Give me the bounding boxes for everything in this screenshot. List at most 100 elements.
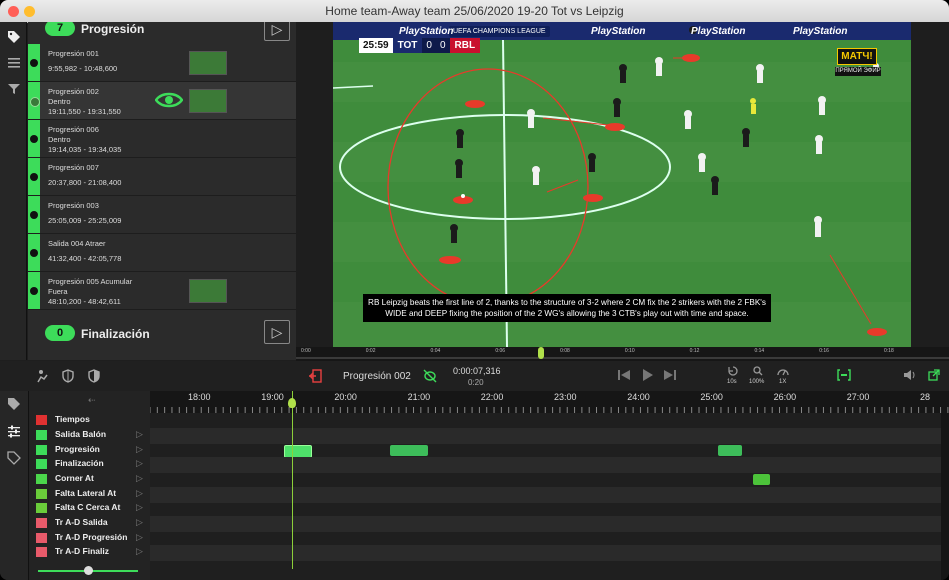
exit-clip-icon[interactable] — [308, 369, 322, 386]
event-dot — [30, 97, 40, 107]
clip-segment[interactable] — [753, 474, 770, 485]
home-score: 0 — [422, 38, 436, 53]
tag-icon[interactable] — [7, 397, 21, 411]
volume-icon[interactable] — [903, 369, 917, 384]
row-color-swatch — [36, 415, 47, 425]
clip-segment[interactable] — [718, 445, 742, 456]
event-descriptor: Dentro — [48, 135, 71, 144]
sponsor-label: PlayStation — [591, 26, 646, 37]
row-color-swatch — [36, 430, 47, 440]
list-icon[interactable] — [7, 56, 21, 70]
category-header-finalizacion[interactable]: 0 Finalización ▷ — [28, 320, 296, 348]
home-team: TOT — [392, 38, 423, 53]
play-row-icon[interactable]: ▷ — [136, 473, 143, 484]
app-window: Home team-Away team 25/06/2020 19-20 Tot… — [0, 0, 949, 580]
skip-forward-icon[interactable] — [663, 368, 677, 385]
tag-outline-icon[interactable] — [7, 451, 21, 465]
tag-icon[interactable] — [7, 30, 21, 44]
list-item[interactable]: Progresión 001 9:55,982 - 10:48,600 — [28, 44, 296, 82]
list-item[interactable]: Progresión 002 Dentro 19:11,550 - 19:31,… — [28, 82, 296, 120]
eye-icon[interactable] — [154, 91, 184, 114]
video-player[interactable]: 25:59 TOT 0 0 RBL UEFA CHAMPIONS LEAGUE … — [333, 22, 911, 347]
play-row-icon[interactable]: ▷ — [136, 546, 143, 557]
away-score: 0 — [435, 38, 450, 53]
play-category-button[interactable]: ▷ — [264, 22, 290, 41]
video-scrubber[interactable]: 0:00 0:02 0:04 0:06 0:08 0:10 0:12 0:14 0:16 0:18 — [296, 347, 949, 361]
play-row-icon[interactable]: ▷ — [136, 532, 143, 543]
category-count: 0 — [45, 325, 75, 341]
sponsor-label: PlayStation — [793, 26, 848, 37]
filter-icon[interactable] — [7, 82, 21, 96]
scrub-handle[interactable] — [537, 347, 544, 359]
play-category-button[interactable]: ▷ — [264, 320, 290, 344]
timeline-scrollbar[interactable] — [941, 413, 949, 580]
timeline-row-label[interactable]: Finalización ▷ — [30, 457, 150, 472]
clip-segment[interactable] — [390, 445, 428, 456]
timeline-track — [150, 472, 941, 488]
event-title: Progresión 002 — [48, 87, 99, 96]
shield-half-icon[interactable] — [88, 369, 100, 386]
rewind-10s-icon[interactable] — [727, 365, 739, 379]
zoom-slider-handle[interactable] — [84, 566, 93, 575]
play-row-icon[interactable]: ▷ — [136, 502, 143, 513]
list-item[interactable]: Progresión 006 Dentro 19:14,035 - 19:34,… — [28, 120, 296, 158]
play-row-icon[interactable]: ▷ — [136, 488, 143, 499]
speed-icon[interactable] — [777, 365, 789, 379]
playhead[interactable] — [292, 391, 293, 569]
scrub-track — [296, 357, 949, 359]
row-color-swatch — [36, 445, 47, 455]
timeline-row-label[interactable]: Tr A-D Finaliz ▷ — [30, 545, 150, 560]
scrub-tick-label: 0:04 — [430, 348, 441, 354]
collapse-arrow-icon[interactable]: ⇠ — [88, 395, 96, 406]
row-name: Progresión — [55, 444, 100, 454]
playhead-handle[interactable] — [288, 398, 296, 408]
sidebar-tool-column — [0, 22, 27, 360]
event-thumbnail — [189, 279, 227, 303]
playback-time: 0:00:07,316 — [453, 366, 501, 376]
external-window-icon[interactable] — [928, 369, 940, 384]
row-name: Tr A-D Progresión — [55, 532, 128, 542]
timeline-row-label[interactable]: Salida Balón ▷ — [30, 428, 150, 443]
row-name: Falta C Cerca At — [55, 502, 121, 512]
competition-label: UEFA CHAMPIONS LEAGUE — [449, 26, 550, 37]
list-item[interactable]: Progresión 007 20:37,800 - 21:08,400 — [28, 158, 296, 196]
category-header-progresion[interactable]: 7 Progresión ▷ — [28, 22, 296, 43]
row-color-swatch — [36, 547, 47, 557]
events-list: 7 Progresión ▷ Progresión 001 9:55,982 -… — [28, 22, 296, 360]
play-icon[interactable] — [641, 368, 655, 385]
row-color-swatch — [36, 474, 47, 484]
timeline-row-label[interactable]: Corner At ▷ — [30, 472, 150, 487]
timeline-track — [150, 428, 941, 444]
timeline[interactable]: 18:00 19:00 20:00 21:00 22:00 23:00 24:00 25:00… — [150, 391, 949, 580]
timeline-row-label[interactable]: Tr A-D Progresión ▷ — [30, 531, 150, 546]
sponsor-label: PlayStation — [691, 26, 746, 37]
timeline-row-label[interactable]: Progresión ▷ — [30, 443, 150, 458]
shield-icon[interactable] — [62, 369, 74, 386]
timeline-row-label[interactable]: Tr A-D Salida ▷ — [30, 516, 150, 531]
list-item[interactable]: Progresión 003 25:05,009 - 25:25,009 — [28, 196, 296, 234]
event-dot — [30, 173, 38, 181]
play-row-icon[interactable]: ▷ — [136, 458, 143, 469]
timeline-row-label[interactable]: Falta C Cerca At ▷ — [30, 501, 150, 516]
event-dot — [30, 211, 38, 219]
no-loop-icon[interactable] — [422, 369, 438, 386]
skip-back-icon[interactable] — [617, 368, 631, 385]
zoom-icon[interactable] — [752, 365, 764, 379]
video-letterbox-left — [296, 22, 333, 347]
row-name: Falta Lateral At — [55, 488, 117, 498]
sliders-icon[interactable] — [7, 424, 21, 438]
scrub-tick-label: 0:16 — [819, 348, 829, 354]
play-row-icon[interactable]: ▷ — [136, 429, 143, 440]
list-item[interactable]: Salida 004 Atraer 41:32,400 - 42:05,778 — [28, 234, 296, 272]
play-row-icon[interactable]: ▷ — [136, 444, 143, 455]
play-row-icon[interactable]: ▷ — [136, 517, 143, 528]
list-item[interactable]: Progresión 005 Acumular Fuera 48:10,200 … — [28, 272, 296, 310]
event-time: 19:14,035 - 19:34,035 — [48, 145, 122, 154]
player-icon[interactable] — [36, 369, 50, 386]
timeline-row-label[interactable]: Tiempos — [30, 413, 150, 428]
event-title: Progresión 006 — [48, 125, 99, 134]
fit-range-icon[interactable] — [836, 368, 852, 385]
timeline-row-label[interactable]: Falta Lateral At ▷ — [30, 487, 150, 502]
video-letterbox-right — [911, 22, 949, 347]
ruler-minor-ticks — [150, 407, 949, 413]
